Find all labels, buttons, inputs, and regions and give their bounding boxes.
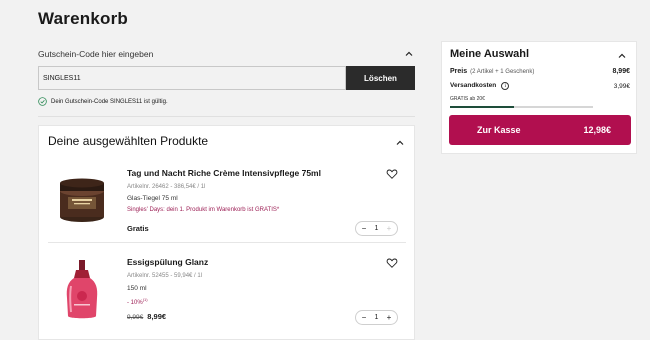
quantity-increase-button[interactable]: + bbox=[385, 313, 393, 322]
free-shipping-progress bbox=[450, 106, 593, 108]
quantity-stepper: − 1 + bbox=[355, 221, 398, 236]
chevron-up-icon[interactable] bbox=[394, 137, 406, 149]
quantity-decrease-button[interactable]: − bbox=[360, 313, 368, 322]
progress-fill bbox=[450, 106, 515, 108]
heart-icon[interactable] bbox=[386, 257, 398, 269]
product-promo: Singles' Days: dein 1. Produkt im Warenk… bbox=[127, 207, 280, 213]
summary-title: Meine Auswahl bbox=[450, 48, 530, 60]
product-image-rinse-bottle[interactable] bbox=[54, 258, 110, 322]
coupon-message-text: Dein Gutschein-Code SINGLES11 ist gültig… bbox=[51, 98, 168, 105]
product-old-price: 9,99€ bbox=[127, 314, 144, 321]
checkout-label: Zur Kasse bbox=[477, 125, 521, 135]
divider bbox=[38, 116, 415, 117]
coupon-code-input[interactable] bbox=[38, 66, 346, 90]
quantity-increase-button[interactable]: + bbox=[385, 224, 393, 233]
product-size: 150 ml bbox=[127, 285, 147, 292]
product-name[interactable]: Essigspülung Glanz bbox=[127, 257, 208, 267]
quantity-value: 1 bbox=[374, 225, 379, 232]
checkout-button[interactable]: Zur Kasse 12,98€ bbox=[449, 115, 631, 145]
chevron-up-icon[interactable] bbox=[616, 50, 628, 62]
info-icon[interactable]: i bbox=[501, 82, 510, 90]
quantity-value: 1 bbox=[374, 314, 379, 321]
chevron-up-icon bbox=[405, 51, 413, 56]
product-price: 8,99€ bbox=[147, 312, 167, 321]
coupon-valid-message: Dein Gutschein-Code SINGLES11 ist gültig… bbox=[38, 97, 168, 106]
coupon-header-label: Gutschein-Code hier eingeben bbox=[38, 49, 154, 59]
free-shipping-label: GRATIS ab 20€ bbox=[450, 96, 485, 102]
product-meta: Artikelnr. 26462 - 386,54€ / 1l bbox=[127, 184, 206, 190]
heart-icon[interactable] bbox=[386, 168, 398, 180]
discount-text: - 10% bbox=[127, 300, 143, 306]
coupon-remove-button[interactable]: Löschen bbox=[346, 66, 415, 90]
shipping-value: 3,99€ bbox=[613, 82, 630, 90]
product-price: Gratis bbox=[127, 224, 149, 233]
price-label: Preis bbox=[450, 68, 468, 75]
coupon-toggle[interactable]: Gutschein-Code hier eingeben bbox=[38, 46, 415, 62]
summary-shipping-row: Versandkosten i 3,99€ bbox=[450, 82, 630, 90]
product-discount: - 10%(1) bbox=[127, 297, 148, 306]
summary-price-row: Preis (2 Artikel + 1 Geschenk) 8,99€ bbox=[450, 68, 630, 75]
order-summary: Meine Auswahl Preis (2 Artikel + 1 Gesche… bbox=[441, 41, 637, 154]
price-sublabel: (2 Artikel + 1 Geschenk) bbox=[470, 69, 535, 75]
check-circle-icon bbox=[38, 97, 47, 106]
product-meta: Artikelnr. 52455 - 59,94€ / 1l bbox=[127, 273, 203, 279]
product-size: Glas-Tiegel 75 ml bbox=[127, 195, 178, 202]
page-title: Warenkorb bbox=[38, 9, 128, 28]
quantity-decrease-button[interactable]: − bbox=[360, 224, 368, 233]
discount-footnote: (1) bbox=[142, 297, 148, 302]
product-image-cream-jar[interactable] bbox=[54, 169, 110, 233]
products-header: Deine ausgewählten Produkte bbox=[48, 134, 209, 148]
list-item: Tag und Nacht Riche Crème Intensivpflege… bbox=[48, 163, 406, 243]
list-item: Essigspülung Glanz Artikelnr. 52455 - 59… bbox=[48, 252, 406, 332]
quantity-stepper: − 1 + bbox=[355, 310, 398, 325]
products-panel: Deine ausgewählten Produkte Tag und Nach… bbox=[38, 125, 415, 340]
product-price-block: 9,99€ 8,99€ bbox=[127, 312, 166, 321]
checkout-total: 12,98€ bbox=[583, 125, 611, 135]
price-value: 8,99€ bbox=[612, 68, 630, 75]
shipping-label: Versandkosten bbox=[450, 82, 497, 89]
product-name[interactable]: Tag und Nacht Riche Crème Intensivpflege… bbox=[127, 168, 321, 178]
